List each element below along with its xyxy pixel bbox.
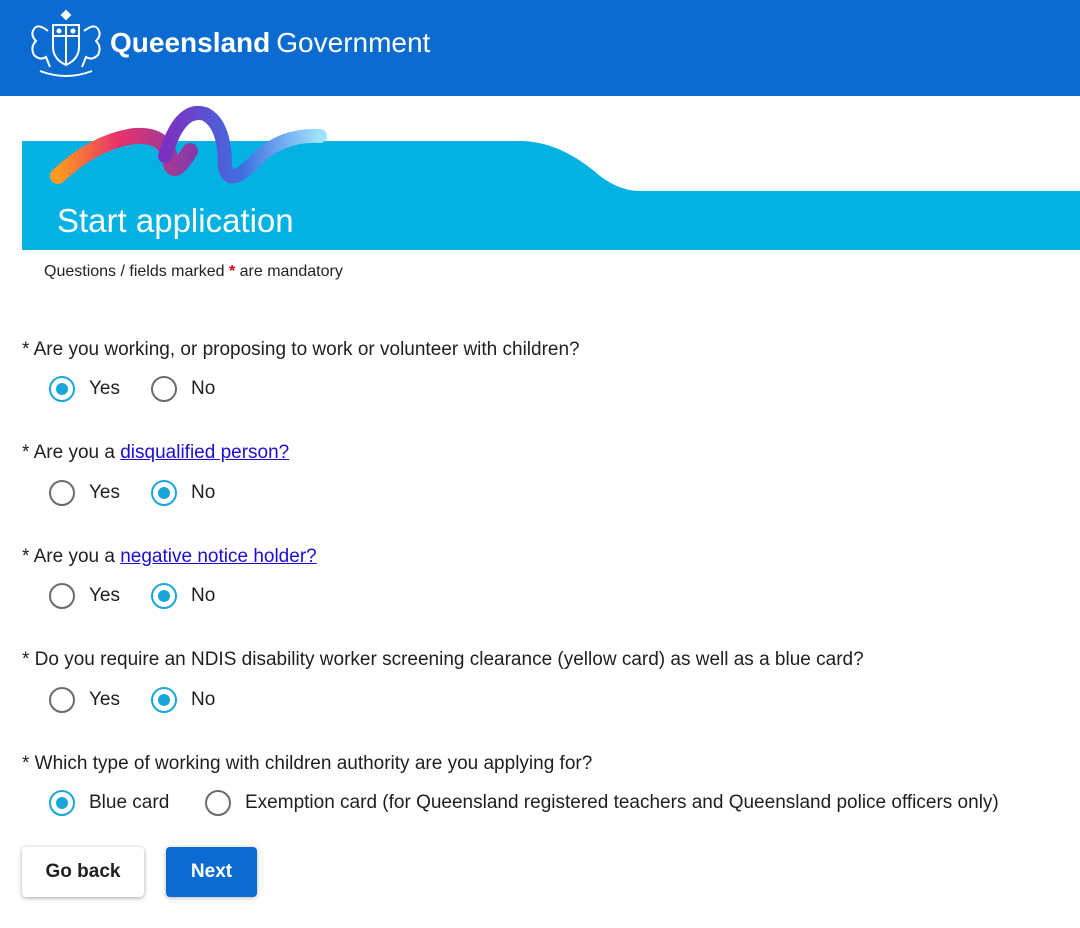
radio-option-no[interactable]: No bbox=[151, 376, 215, 402]
question-text: * Do you require an NDIS disability work… bbox=[22, 649, 864, 670]
brand-light: Government bbox=[276, 27, 431, 58]
next-button[interactable]: Next bbox=[166, 847, 257, 897]
site-header: Queensland Government bbox=[0, 0, 1080, 96]
radio-label: No bbox=[191, 585, 216, 606]
radio-label: Blue card bbox=[89, 792, 170, 813]
question-text: * Which type of working with children au… bbox=[22, 753, 593, 774]
radio-button[interactable] bbox=[49, 480, 75, 506]
question-ndis-clearance: * Do you require an NDIS disability work… bbox=[22, 649, 864, 671]
radio-option-yes[interactable]: Yes bbox=[49, 687, 120, 713]
disqualified-person-link[interactable]: disqualified person? bbox=[120, 442, 289, 463]
question-working-with-children: * Are you working, or proposing to work … bbox=[22, 339, 580, 361]
page-title: Start application bbox=[57, 202, 294, 239]
radio-button-selected[interactable] bbox=[151, 583, 177, 609]
question-text: * Are you working, or proposing to work … bbox=[22, 339, 580, 360]
question-text: * Are you a bbox=[22, 546, 121, 567]
radio-label: Yes bbox=[89, 378, 120, 399]
radio-option-exemption-card[interactable]: Exemption card (for Queensland registere… bbox=[205, 790, 999, 816]
radio-button[interactable] bbox=[151, 376, 177, 402]
mandatory-suffix: are mandatory bbox=[235, 263, 343, 280]
radio-button-selected[interactable] bbox=[49, 376, 75, 402]
question-authority-type: * Which type of working with children au… bbox=[22, 753, 592, 775]
page-banner: Start application bbox=[0, 96, 1080, 256]
radio-option-yes[interactable]: Yes bbox=[49, 583, 120, 609]
mandatory-note: Questions / fields marked * are mandator… bbox=[44, 263, 343, 281]
radio-option-no[interactable]: No bbox=[151, 480, 215, 506]
question-negative-notice-holder: * Are you a negative notice holder? bbox=[22, 546, 317, 568]
radio-button-selected[interactable] bbox=[49, 790, 75, 816]
go-back-button[interactable]: Go back bbox=[22, 847, 144, 897]
radio-button-selected[interactable] bbox=[151, 480, 177, 506]
radio-button[interactable] bbox=[49, 583, 75, 609]
negative-notice-holder-link[interactable]: negative notice holder? bbox=[120, 546, 316, 567]
radio-option-no[interactable]: No bbox=[151, 583, 215, 609]
radio-button-selected[interactable] bbox=[151, 687, 177, 713]
radio-option-yes[interactable]: Yes bbox=[49, 376, 120, 402]
radio-label: Exemption card (for Queensland registere… bbox=[245, 792, 999, 813]
radio-button[interactable] bbox=[205, 790, 231, 816]
radio-label: Yes bbox=[89, 585, 120, 606]
radio-option-no[interactable]: No bbox=[151, 687, 215, 713]
question-text: * Are you a bbox=[22, 442, 121, 463]
radio-label: No bbox=[191, 378, 216, 399]
brand-bold: Queensland bbox=[110, 27, 271, 58]
radio-label: No bbox=[191, 689, 216, 710]
mandatory-prefix: Questions / fields marked bbox=[44, 263, 229, 280]
radio-option-yes[interactable]: Yes bbox=[49, 480, 120, 506]
coat-of-arms-logo[interactable] bbox=[26, 5, 106, 79]
brand-wordmark[interactable]: Queensland Government bbox=[110, 27, 430, 59]
radio-label: Yes bbox=[89, 482, 120, 503]
radio-option-blue-card[interactable]: Blue card bbox=[49, 790, 169, 816]
radio-button[interactable] bbox=[49, 687, 75, 713]
radio-label: No bbox=[191, 482, 216, 503]
radio-label: Yes bbox=[89, 689, 120, 710]
question-disqualified-person: * Are you a disqualified person? bbox=[22, 442, 289, 464]
